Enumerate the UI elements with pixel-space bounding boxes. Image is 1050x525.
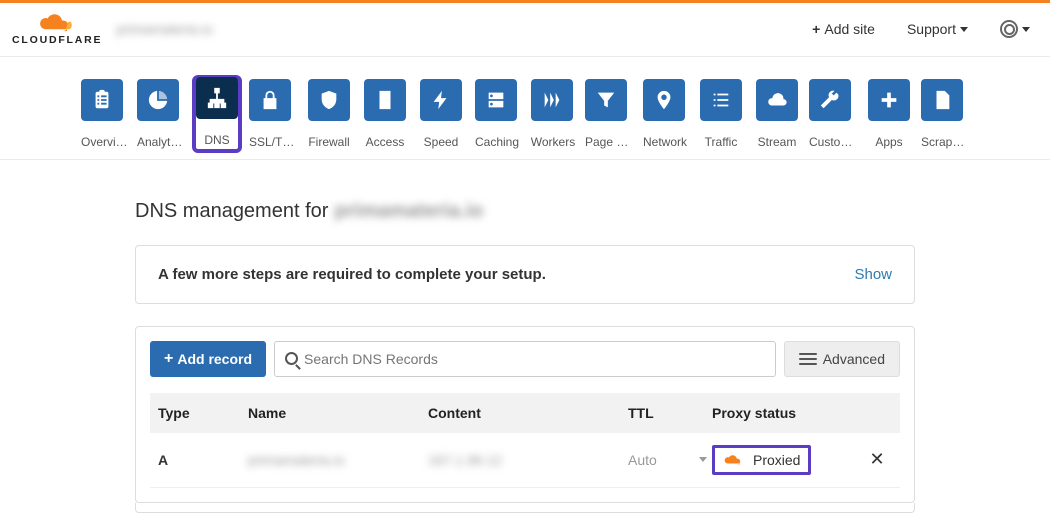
- nav-label: Apps: [868, 135, 910, 149]
- add-site-label: Add site: [824, 21, 875, 37]
- account-menu[interactable]: [1000, 20, 1030, 38]
- header-bar: CLOUDFLARE primamateria.io +Add site Sup…: [0, 3, 1050, 57]
- nav-item-caching[interactable]: Caching: [473, 79, 521, 149]
- panel-below: [135, 503, 915, 513]
- cloud-icon: [37, 13, 77, 33]
- wrench-icon: [809, 79, 851, 121]
- nav-label: Scrape S…: [921, 135, 969, 149]
- dns-panel: + Add record Advanced Type Name Content …: [135, 326, 915, 503]
- pie-icon: [137, 79, 179, 121]
- add-record-label: Add record: [177, 351, 252, 367]
- drive-icon: [475, 79, 517, 121]
- site-name-blurred[interactable]: primamateria.io: [116, 21, 212, 37]
- search-dns-box[interactable]: [274, 341, 776, 377]
- plus-icon: [868, 79, 910, 121]
- nav-item-network[interactable]: Network: [641, 79, 689, 149]
- info-banner-message: A few more steps are required to complet…: [158, 266, 546, 283]
- nav-label: Page Rules: [585, 135, 633, 149]
- nav-item-dns[interactable]: DNS: [193, 79, 241, 149]
- nav-item-scrape-s-[interactable]: Scrape S…: [921, 79, 969, 149]
- support-label: Support: [907, 21, 956, 37]
- nav-label: Network: [643, 135, 687, 149]
- cell-content: 167.1.96.12: [428, 452, 628, 468]
- cell-ttl[interactable]: Auto: [628, 452, 712, 468]
- nav-item-overview[interactable]: Overview: [81, 79, 129, 149]
- cloud-icon: [756, 79, 798, 121]
- nav-label: Traffic: [700, 135, 742, 149]
- nav-item-custom-p-[interactable]: Custom P…: [809, 79, 857, 149]
- nav-item-apps[interactable]: Apps: [865, 79, 913, 149]
- door-icon: [364, 79, 406, 121]
- nav-label: Analytics: [137, 135, 185, 149]
- shield-icon: [308, 79, 350, 121]
- nav-label: Access: [364, 135, 406, 149]
- nav-label: Speed: [420, 135, 462, 149]
- cell-type: A: [158, 452, 248, 468]
- chevron-down-icon: [699, 457, 707, 462]
- nav-label: Custom P…: [809, 135, 857, 149]
- nav-item-stream[interactable]: Stream: [753, 79, 801, 149]
- col-content: Content: [428, 405, 628, 421]
- nav-label: Workers: [531, 135, 575, 149]
- cloudflare-logo[interactable]: CLOUDFLARE: [12, 13, 102, 46]
- doc-icon: [921, 79, 963, 121]
- nav-label: DNS: [196, 133, 238, 147]
- lock-icon: [249, 79, 291, 121]
- pin-icon: [643, 79, 685, 121]
- col-proxy: Proxy status: [712, 405, 862, 421]
- add-site-button[interactable]: +Add site: [812, 21, 875, 37]
- page-title: DNS management for primamateria.io: [135, 200, 915, 223]
- delete-row-button[interactable]: ✕: [862, 449, 892, 470]
- col-type: Type: [158, 405, 248, 421]
- dns-table-body: Aprimamateria.io167.1.96.12AutoProxied✕: [150, 433, 900, 488]
- nav-label: Stream: [756, 135, 798, 149]
- workers-icon: [531, 79, 573, 121]
- clipboard-icon: [81, 79, 123, 121]
- funnel-icon: [585, 79, 627, 121]
- cell-proxy[interactable]: Proxied: [712, 445, 862, 475]
- list-icon: [700, 79, 742, 121]
- nav-label: Overview: [81, 135, 129, 149]
- col-ttl: TTL: [628, 405, 712, 421]
- nav-item-analytics[interactable]: Analytics: [137, 79, 185, 149]
- setup-info-banner: A few more steps are required to complet…: [135, 245, 915, 304]
- nav-item-firewall[interactable]: Firewall: [305, 79, 353, 149]
- search-input[interactable]: [298, 342, 765, 376]
- sitemap-icon: [196, 77, 238, 119]
- nav-item-page-rules[interactable]: Page Rules: [585, 79, 633, 149]
- chevron-down-icon: [960, 27, 968, 32]
- nav-item-access[interactable]: Access: [361, 79, 409, 149]
- nav-label: SSL/TLS: [249, 135, 297, 149]
- cell-name: primamateria.io: [248, 452, 428, 468]
- advanced-label: Advanced: [823, 351, 885, 367]
- nav-item-speed[interactable]: Speed: [417, 79, 465, 149]
- add-record-button[interactable]: + Add record: [150, 341, 266, 377]
- cloud-proxy-icon: [723, 453, 745, 467]
- nav-item-traffic[interactable]: Traffic: [697, 79, 745, 149]
- dns-controls-row: + Add record Advanced: [150, 341, 900, 377]
- dns-table-header: Type Name Content TTL Proxy status: [150, 393, 900, 433]
- nav-label: Firewall: [308, 135, 350, 149]
- page-title-prefix: DNS management for: [135, 200, 328, 223]
- nav-icon-bar: Overview Analytics DNS SSL/TLS Firewall Acces…: [0, 57, 1050, 160]
- nav-item-ssl-tls[interactable]: SSL/TLS: [249, 79, 297, 149]
- nav-label: Caching: [475, 135, 519, 149]
- chevron-down-icon: [1022, 27, 1030, 32]
- info-banner-show-link[interactable]: Show: [854, 266, 892, 283]
- bolt-icon: [420, 79, 462, 121]
- nav-item-workers[interactable]: Workers: [529, 79, 577, 149]
- support-menu[interactable]: Support: [907, 21, 968, 37]
- advanced-button[interactable]: Advanced: [784, 341, 900, 377]
- page-title-domain: primamateria.io: [334, 200, 483, 223]
- table-row[interactable]: Aprimamateria.io167.1.96.12AutoProxied✕: [150, 433, 900, 488]
- main-content: DNS management for primamateria.io A few…: [125, 200, 925, 513]
- list-icon: [799, 358, 817, 360]
- brand-word: CLOUDFLARE: [12, 35, 102, 46]
- user-icon: [1000, 20, 1018, 38]
- search-icon: [285, 352, 298, 365]
- col-name: Name: [248, 405, 428, 421]
